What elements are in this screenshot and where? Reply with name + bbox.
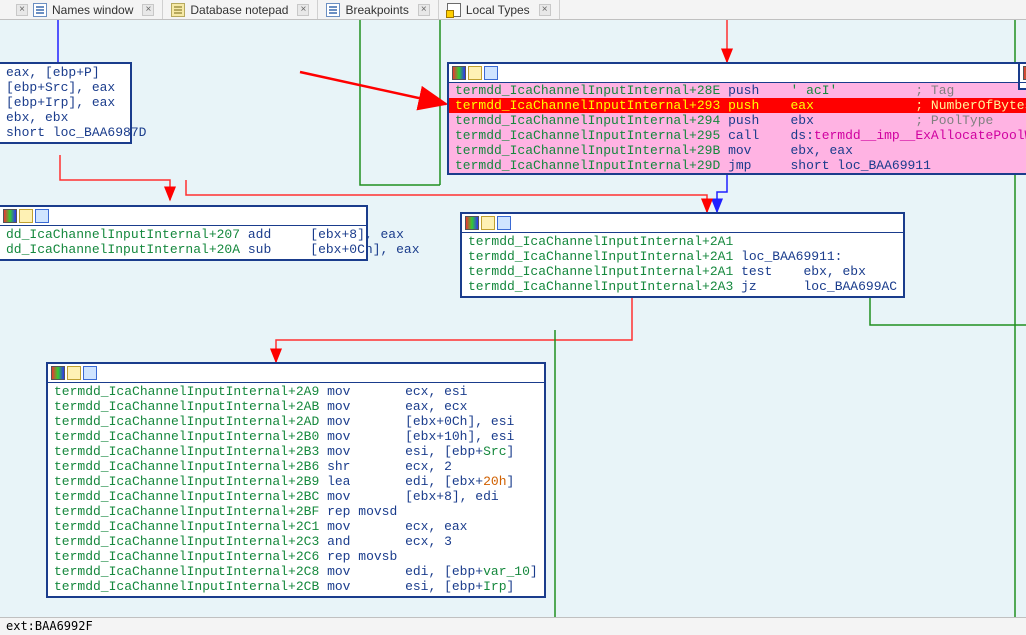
basic-block-body: termdd_IcaChannelInputInternal+2A1 termd… xyxy=(462,233,903,296)
group-icon[interactable] xyxy=(83,366,97,380)
color-icon[interactable] xyxy=(465,216,479,230)
node-toolbar xyxy=(0,207,366,226)
basic-block-body: termdd_IcaChannelInputInternal+28E push … xyxy=(449,83,1026,173)
edit-icon[interactable] xyxy=(19,209,33,223)
tab-label: Database notepad xyxy=(190,3,288,17)
basic-block-c[interactable]: termdd_IcaChannelInputInternal+28E push … xyxy=(447,62,1026,175)
basic-block-a[interactable]: eax, [ebp+P] [ebp+Src], eax [ebp+Irp], e… xyxy=(0,62,132,144)
types-icon xyxy=(447,3,461,17)
node-toolbar xyxy=(48,364,544,383)
tab-database-notepad[interactable]: Database notepad × xyxy=(163,0,318,19)
edit-icon[interactable] xyxy=(468,66,482,80)
node-toolbar xyxy=(462,214,903,233)
color-icon[interactable] xyxy=(452,66,466,80)
basic-block-offscreen[interactable] xyxy=(1018,62,1026,90)
basic-block-d[interactable]: termdd_IcaChannelInputInternal+2A1 termd… xyxy=(460,212,905,298)
basic-block-body: termdd_IcaChannelInputInternal+2A9 mov e… xyxy=(48,383,544,596)
close-icon[interactable]: × xyxy=(539,4,551,16)
basic-block-body: dd_IcaChannelInputInternal+207 add [ebx+… xyxy=(0,226,366,259)
basic-block-e[interactable]: termdd_IcaChannelInputInternal+2A9 mov e… xyxy=(46,362,546,598)
node-toolbar xyxy=(449,64,1026,83)
basic-block-body: eax, [ebp+P] [ebp+Src], eax [ebp+Irp], e… xyxy=(0,64,130,142)
close-icon[interactable]: × xyxy=(297,4,309,16)
tab-breakpoints[interactable]: Breakpoints × xyxy=(318,0,438,19)
node-toolbar xyxy=(1020,64,1026,83)
group-icon[interactable] xyxy=(497,216,511,230)
graph-canvas[interactable]: eax, [ebp+P] [ebp+Src], eax [ebp+Irp], e… xyxy=(0,20,1026,635)
notepad-icon xyxy=(171,3,185,17)
close-icon[interactable]: × xyxy=(16,4,28,16)
color-icon[interactable] xyxy=(3,209,17,223)
color-icon[interactable] xyxy=(51,366,65,380)
group-icon[interactable] xyxy=(484,66,498,80)
breakpoints-icon xyxy=(326,3,340,17)
status-text: ext:BAA6992F xyxy=(6,619,93,633)
tab-bar: × Names window × Database notepad × Brea… xyxy=(0,0,1026,20)
tab-label: Local Types xyxy=(466,3,530,17)
close-icon[interactable]: × xyxy=(142,4,154,16)
tab-names-window[interactable]: × Names window × xyxy=(4,0,163,19)
document-icon xyxy=(33,3,47,17)
status-bar: ext:BAA6992F xyxy=(0,617,1026,635)
basic-block-b[interactable]: dd_IcaChannelInputInternal+207 add [ebx+… xyxy=(0,205,368,261)
edit-icon[interactable] xyxy=(67,366,81,380)
close-icon[interactable]: × xyxy=(418,4,430,16)
tab-label: Names window xyxy=(52,3,133,17)
edit-icon[interactable] xyxy=(481,216,495,230)
tab-label: Breakpoints xyxy=(345,3,408,17)
tab-local-types[interactable]: Local Types × xyxy=(439,0,560,19)
group-icon[interactable] xyxy=(35,209,49,223)
